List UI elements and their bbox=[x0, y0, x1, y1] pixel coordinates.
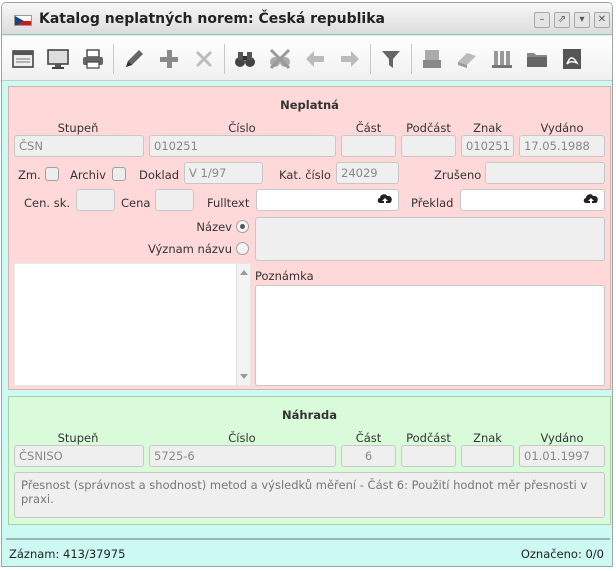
replacement-vydano-label: Vydáno bbox=[540, 431, 584, 445]
podcast-label: Podčást bbox=[406, 121, 451, 135]
replacement-podcast-label: Podčást bbox=[406, 431, 451, 445]
filter-clear-icon[interactable] bbox=[266, 45, 294, 73]
document-stack-icon[interactable] bbox=[488, 45, 516, 73]
preklad-label: Překlad bbox=[411, 196, 454, 210]
window-title: Katalog neplatných norem: Česká republik… bbox=[39, 11, 385, 27]
eraser-icon[interactable] bbox=[453, 45, 481, 73]
cast-label: Část bbox=[355, 121, 382, 135]
invalid-standard-panel: Neplatná Stupeň Číslo Část Podčást Znak … bbox=[8, 86, 611, 390]
znak-label: Znak bbox=[473, 121, 502, 135]
cast-field[interactable] bbox=[341, 135, 396, 157]
arrow-right-icon[interactable] bbox=[336, 45, 364, 73]
replacement-description[interactable]: Přesnost (správnost a shodnost) metod a … bbox=[14, 472, 605, 518]
scroll-down-icon[interactable] bbox=[240, 374, 248, 379]
edit-icon[interactable] bbox=[120, 45, 148, 73]
kat-cislo-field[interactable]: 24029 bbox=[336, 162, 399, 184]
replacement-stupen-label: Stupeň bbox=[57, 431, 99, 445]
replacement-znak-label: Znak bbox=[473, 431, 502, 445]
cen-sk-label: Cen. sk. bbox=[24, 196, 71, 210]
archiv-checkbox[interactable] bbox=[112, 167, 126, 181]
nazev-radio[interactable] bbox=[236, 220, 249, 233]
fulltext-label: Fulltext bbox=[207, 196, 250, 210]
replacement-section-title: Náhrada bbox=[282, 408, 337, 422]
czech-flag-icon bbox=[14, 15, 32, 26]
close-button[interactable]: ✕ bbox=[594, 12, 610, 28]
replacement-standard-panel: Náhrada Stupeň Číslo Část Podčást Znak V… bbox=[8, 396, 611, 525]
stupen-field[interactable]: ČSN bbox=[14, 135, 144, 157]
stamp-icon[interactable] bbox=[418, 45, 446, 73]
vydano-label: Vydáno bbox=[540, 121, 584, 135]
vydano-field[interactable]: 17.05.1988 bbox=[519, 135, 605, 157]
cloud-upload-icon[interactable] bbox=[582, 192, 600, 208]
cen-sk-field[interactable] bbox=[76, 189, 115, 211]
replacement-cislo-label: Číslo bbox=[228, 431, 256, 445]
catalog-window: Katalog neplatných norem: Česká republik… bbox=[1, 2, 613, 567]
doklad-field[interactable]: V 1/97 bbox=[184, 162, 263, 184]
replacement-znak-field[interactable] bbox=[461, 445, 514, 467]
delete-icon[interactable] bbox=[190, 45, 218, 73]
nazev-label: Název bbox=[196, 220, 232, 234]
cislo-label: Číslo bbox=[228, 121, 256, 135]
replacement-cast-field[interactable]: 6 bbox=[341, 445, 396, 467]
arrow-left-icon[interactable] bbox=[301, 45, 329, 73]
cena-label: Cena bbox=[121, 196, 151, 210]
record-counter: Záznam: 413/37975 bbox=[9, 547, 126, 561]
kat-cislo-label: Kat. číslo bbox=[279, 168, 331, 182]
doklad-label: Doklad bbox=[139, 168, 180, 182]
zruseno-label: Zrušeno bbox=[434, 168, 482, 182]
menu-dropdown-button[interactable]: ▾ bbox=[574, 12, 590, 28]
stupen-label: Stupeň bbox=[57, 121, 99, 135]
printer-icon[interactable] bbox=[79, 45, 107, 73]
replacement-podcast-field[interactable] bbox=[401, 445, 456, 467]
nazev-display-field[interactable] bbox=[255, 217, 605, 261]
replacement-vydano-field[interactable]: 01.01.1997 bbox=[519, 445, 605, 467]
minimize-button[interactable]: – bbox=[534, 12, 550, 28]
table-view-icon[interactable] bbox=[9, 45, 37, 73]
monitor-icon[interactable] bbox=[44, 45, 72, 73]
binoculars-icon[interactable] bbox=[231, 45, 259, 73]
cloud-upload-icon[interactable] bbox=[376, 192, 394, 208]
scroll-up-icon[interactable] bbox=[240, 270, 248, 275]
vyznam-nazvu-radio[interactable] bbox=[236, 242, 249, 255]
pdf-icon[interactable] bbox=[558, 45, 586, 73]
poznamka-label: Poznámka bbox=[255, 269, 314, 283]
notes-list[interactable] bbox=[14, 263, 251, 386]
toolbar bbox=[2, 36, 612, 81]
archiv-label: Archiv bbox=[70, 168, 106, 182]
funnel-icon[interactable] bbox=[377, 45, 405, 73]
preklad-field[interactable] bbox=[460, 189, 605, 211]
znak-field[interactable]: 010251 bbox=[461, 135, 514, 157]
marked-counter: Označeno: 0/0 bbox=[520, 547, 604, 561]
title-bar[interactable]: Katalog neplatných norem: Česká republik… bbox=[2, 3, 612, 35]
poznamka-textarea[interactable] bbox=[255, 285, 605, 386]
replacement-cast-label: Část bbox=[355, 431, 382, 445]
replacement-stupen-field[interactable]: ČSNISO bbox=[14, 445, 144, 467]
zruseno-field[interactable] bbox=[485, 162, 605, 184]
add-icon[interactable] bbox=[155, 45, 183, 73]
cena-field[interactable] bbox=[155, 189, 194, 211]
fulltext-field[interactable] bbox=[256, 189, 399, 211]
replacement-cislo-field[interactable]: 5725-6 bbox=[149, 445, 336, 467]
folder-icon[interactable] bbox=[523, 45, 551, 73]
zm-label: Zm. bbox=[18, 168, 41, 182]
invalid-section-title: Neplatná bbox=[280, 98, 339, 112]
vyznam-nazvu-label: Význam názvu bbox=[147, 242, 232, 256]
cislo-field[interactable]: 010251 bbox=[149, 135, 336, 157]
restore-button[interactable]: ⇗ bbox=[554, 12, 570, 28]
zm-checkbox[interactable] bbox=[45, 167, 59, 181]
podcast-field[interactable] bbox=[401, 135, 456, 157]
status-divider bbox=[6, 538, 610, 540]
notes-list-scrollbar[interactable] bbox=[236, 264, 250, 385]
